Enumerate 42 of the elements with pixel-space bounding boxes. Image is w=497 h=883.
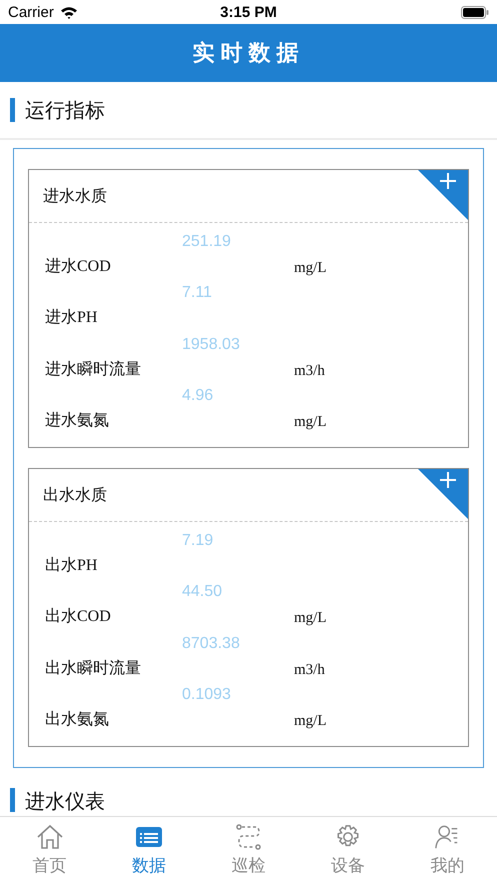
tab-item[interactable]: 数据 (99, 817, 199, 883)
metric-value: 251.19 (182, 232, 232, 251)
metric-label: 进水COD (45, 256, 112, 277)
metric-value: 1958.03 (182, 336, 241, 354)
home-icon (36, 824, 64, 850)
route-icon (234, 824, 263, 850)
metric-label: 出水氨氮 (45, 710, 110, 730)
page-title: 实时数据 (192, 39, 304, 67)
card-title: 出水水质 (43, 486, 107, 506)
tab-item[interactable]: 设备 (298, 817, 398, 883)
tab-item[interactable]: 首页 (0, 817, 100, 883)
metric-label: 进水氨氮 (45, 410, 110, 432)
metric-value: 4.96 (182, 387, 214, 406)
clock-time: 3:15 PM (220, 4, 277, 20)
card-title: 进水水质 (43, 186, 107, 206)
metric-value: 8703.38 (182, 634, 241, 653)
metric-value: 44.50 (182, 583, 224, 602)
metric-value: 7.11 (182, 284, 213, 302)
metric-unit: m3/h (294, 662, 326, 679)
tab-item[interactable]: 我的 (398, 817, 497, 883)
expand-corner-icon[interactable] (418, 170, 468, 220)
metric-unit: mg/L (294, 414, 328, 432)
metric-value: 7.19 (182, 532, 214, 550)
metric-value: 0.1093 (182, 686, 232, 704)
section-marker (10, 788, 15, 812)
battery-icon (461, 6, 489, 18)
section-marker (10, 98, 15, 122)
metric-unit: mg/L (294, 260, 328, 277)
metric-unit: m3/h (294, 362, 326, 380)
carrier-label: Carrier (8, 4, 54, 20)
metric-label: 出水瞬时流量 (45, 658, 142, 679)
tab-item[interactable]: 巡检 (198, 817, 298, 883)
wifi-icon (60, 6, 78, 18)
metric-label: 进水PH (45, 308, 98, 328)
section-title: 运行指标 (25, 98, 105, 124)
metric-unit: mg/L (294, 713, 328, 730)
expand-corner-icon[interactable] (418, 469, 468, 519)
metric-label: 进水瞬时流量 (45, 360, 142, 380)
metric-label: 出水PH (45, 556, 98, 576)
metric-unit: mg/L (294, 610, 328, 628)
section-title: 进水仪表 (25, 790, 105, 815)
metric-label: 出水COD (45, 606, 112, 628)
